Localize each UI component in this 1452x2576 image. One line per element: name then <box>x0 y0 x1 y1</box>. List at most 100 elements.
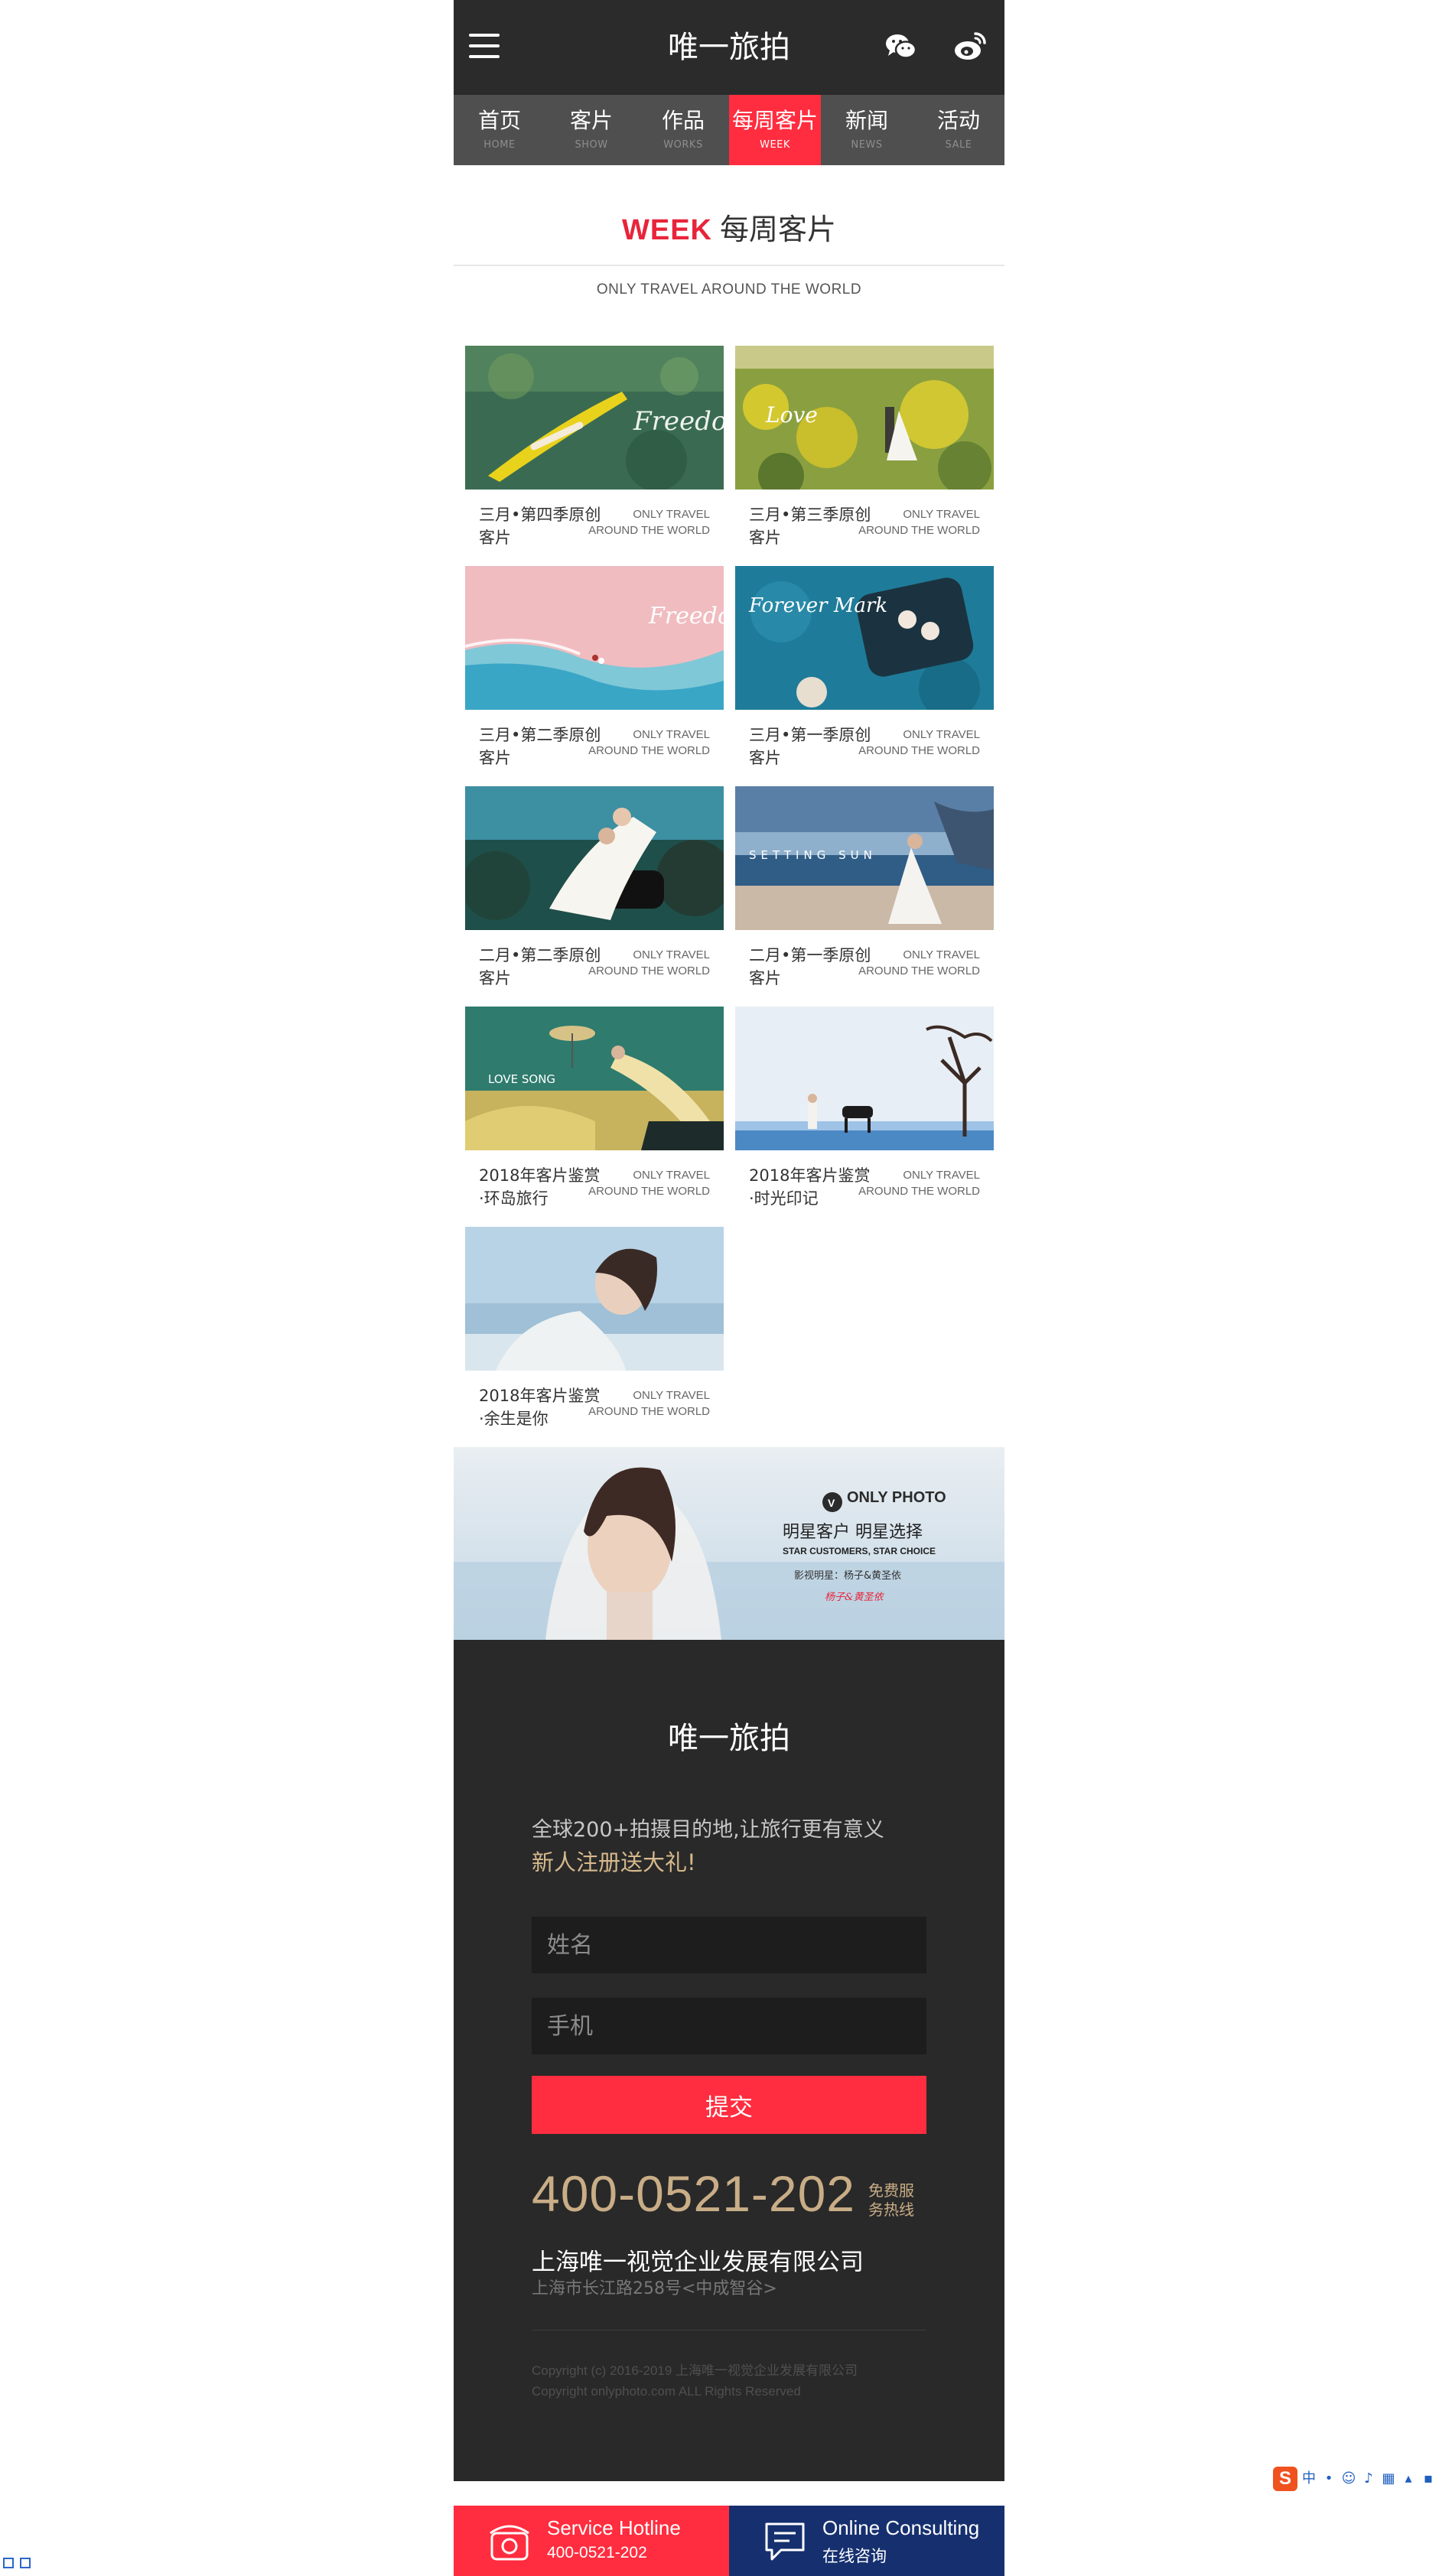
card-tagline-1: ONLY TRAVEL <box>633 508 710 521</box>
hotline-note: 免费服 务热线 <box>868 2181 929 2220</box>
mobile-page: 唯一旅拍 首页HOME 客片SHOW 作品WORKS 每周客片WEEK <box>454 0 1004 2576</box>
phone-input[interactable] <box>532 1998 926 2054</box>
promo-banner[interactable]: V ONLY PHOTO 明星客户 明星选择 STAR CUSTOMERS, S… <box>454 1447 1004 1640</box>
consult-label-cn: 在线咨询 <box>822 2548 887 2565</box>
photo-card[interactable]: SETTING SUN 二月•第一季原创客片 ONLY TRAVEL AROUND… <box>735 786 994 997</box>
nav-sublabel: WEEK <box>760 139 790 151</box>
company-name: 上海唯一视觉企业发展有限公司 <box>532 2249 864 2276</box>
site-title: 唯一旅拍 <box>668 30 790 65</box>
name-input[interactable] <box>532 1917 926 1973</box>
hotline-note-2: 务热线 <box>868 2200 914 2219</box>
copyright-line-1: Copyright (c) 2016-2019 上海唯一视觉企业发展有限公司 <box>532 2363 858 2378</box>
card-tagline: ONLY TRAVEL AROUND THE WORLD <box>850 1167 980 1199</box>
nav-label: 活动 <box>936 108 980 133</box>
nav-sublabel: SHOW <box>575 139 608 151</box>
nav-news[interactable]: 新闻 NEWS <box>821 95 913 165</box>
service-hotline-button[interactable]: Service Hotline 400-0521-202 <box>454 2506 729 2576</box>
photo-card[interactable]: 二月•第二季原创客片 ONLY TRAVEL AROUND THE WORLD <box>465 786 724 997</box>
card-tagline: ONLY TRAVEL AROUND THE WORLD <box>580 506 710 538</box>
emoji-icon[interactable]: ☺ <box>1340 2470 1357 2487</box>
photo-card[interactable]: 2018年客片鉴赏·余生是你 ONLY TRAVEL AROUND THE WOR… <box>465 1227 724 1438</box>
hotline-label: Service Hotline <box>547 2516 681 2539</box>
photo-card[interactable]: Forever Mark 三月•第一季原创客片 ONLY TRAVEL AROUN… <box>735 566 994 777</box>
nav-week[interactable]: 每周客片 WEEK <box>729 95 821 165</box>
card-tagline-2: AROUND THE WORLD <box>588 964 710 977</box>
banner-signature: 杨子&黄圣依 <box>825 1592 885 1603</box>
card-photo <box>735 1007 994 1150</box>
card-tagline-1: ONLY TRAVEL <box>633 1169 710 1182</box>
card-photo-text: SETTING SUN <box>749 848 877 862</box>
footer-slogan: 全球200+拍摄目的地,让旅行更有意义 <box>532 1818 884 1842</box>
card-photo: LOVE SONG <box>465 1007 724 1150</box>
nav-works[interactable]: 作品 WORKS <box>637 95 729 165</box>
nav-sale[interactable]: 活动 SALE <box>913 95 1004 165</box>
card-tagline: ONLY TRAVEL AROUND THE WORLD <box>580 947 710 979</box>
photo-card[interactable]: Freedom 三月•第二季原创客片 ONLY TRAVELAROUND THE… <box>465 566 724 777</box>
card-tagline-2: AROUND THE WORLD <box>858 1185 980 1198</box>
nav-show[interactable]: 客片 SHOW <box>545 95 637 165</box>
hotline-number-small: 400-0521-202 <box>547 2544 647 2561</box>
submit-button[interactable]: 提交 <box>532 2076 926 2134</box>
nav-label: 首页 <box>477 108 521 133</box>
ime-mode[interactable]: 中 <box>1301 2470 1317 2487</box>
photo-card[interactable]: LOVE SONG 2018年客片鉴赏·环岛旅行 ONLY TRAVEL AROU… <box>465 1007 724 1218</box>
card-photo <box>465 786 724 930</box>
nav-home[interactable]: 首页 HOME <box>454 95 545 165</box>
section-title-en: WEEK <box>621 214 712 246</box>
card-tagline-1: ONLY TRAVEL <box>633 1389 710 1402</box>
section-title-cn: 每周客片 <box>719 213 836 246</box>
card-tagline-2: AROUND THE WORLD <box>588 524 710 537</box>
card-tagline-2: AROUND THE WORLD <box>588 744 710 757</box>
card-photo <box>465 1227 724 1371</box>
card-photo: Freedom <box>465 566 724 710</box>
footer-gift: 新人注册送大礼! <box>532 1849 696 1875</box>
microphone-icon[interactable]: ♪ <box>1360 2470 1377 2487</box>
nav-label: 客片 <box>569 108 613 133</box>
weibo-icon[interactable] <box>952 29 988 64</box>
keyboard-icon[interactable]: ▦ <box>1380 2470 1397 2487</box>
footer: 唯一旅拍 全球200+拍摄目的地,让旅行更有意义 新人注册送大礼! 提交 400… <box>454 1640 1004 2481</box>
online-consulting-button[interactable]: Online Consulting 在线咨询 <box>729 2506 1004 2576</box>
banner-brand: ONLY PHOTO <box>847 1489 946 1506</box>
top-bar: 唯一旅拍 <box>454 0 1004 95</box>
copyright-line-2: Copyright onlyphoto.com ALL Rights Reser… <box>532 2384 801 2399</box>
card-tagline-2: AROUND THE WORLD <box>588 1185 710 1198</box>
banner-note: 影视明星：杨子&黄圣依 <box>794 1570 901 1582</box>
nav-sublabel: WORKS <box>663 139 703 151</box>
section-subtitle: ONLY TRAVEL AROUND THE WORLD <box>596 281 862 298</box>
card-tagline-1: ONLY TRAVEL <box>903 948 980 961</box>
card-tagline-1: ONLY TRAVEL <box>903 1169 980 1182</box>
consult-label: Online Consulting <box>822 2516 980 2539</box>
card-tagline-2: AROUND THE WORLD <box>858 524 980 537</box>
skin-icon[interactable]: ▴ <box>1400 2470 1417 2487</box>
card-tagline: ONLY TRAVEL AROUND THE WORLD <box>850 947 980 979</box>
card-photo-text: Freedom <box>633 406 724 437</box>
corner-icon-2[interactable] <box>20 2558 31 2568</box>
nav-sublabel: HOME <box>483 139 516 151</box>
card-photo-text: LOVE SONG <box>488 1072 555 1086</box>
wechat-icon[interactable] <box>884 29 919 64</box>
menu-icon[interactable] <box>469 31 501 64</box>
card-photo: Freedom <box>465 346 724 490</box>
card-tagline-2: AROUND THE WORLD <box>858 744 980 757</box>
hotline-note-1: 免费服 <box>868 2181 914 2200</box>
card-tagline: ONLY TRAVEL AROUND THE WORLD <box>580 727 710 759</box>
photo-card[interactable]: Freedom 三月•第四季原创客片 ONLY TRAVELAROUND THE… <box>465 346 724 557</box>
card-tagline: ONLY TRAVEL AROUND THE WORLD <box>580 1387 710 1420</box>
card-tagline: ONLY TRAVEL AROUND THE WORLD <box>580 1167 710 1199</box>
corner-icons <box>3 2558 31 2568</box>
ime-toolbar[interactable]: S 中 • ☺ ♪ ▦ ▴ ▪ <box>1273 2466 1437 2492</box>
card-tagline: ONLY TRAVEL AROUND THE WORLD <box>850 506 980 538</box>
banner-headline: 明星客户 明星选择 <box>783 1523 923 1542</box>
footer-title: 唯一旅拍 <box>668 1721 790 1756</box>
toolbox-icon[interactable]: ▪ <box>1420 2470 1437 2487</box>
copyright: Copyright (c) 2016-2019 上海唯一视觉企业发展有限公司 Co… <box>532 2360 858 2402</box>
punctuation-icon[interactable]: • <box>1320 2470 1337 2487</box>
corner-icon-1[interactable] <box>3 2558 14 2568</box>
photo-card[interactable]: 2018年客片鉴赏·时光印记 ONLY TRAVEL AROUND THE WOR… <box>735 1007 994 1218</box>
hotline-number[interactable]: 400-0521-202 <box>532 2165 855 2223</box>
photo-card[interactable]: Love 三月•第三季原创客片 ONLY TRAVEL AROUND THE WO… <box>735 346 994 557</box>
section-title: WEEK 每周客片 <box>454 208 1004 252</box>
nav-sublabel: NEWS <box>851 139 883 151</box>
card-photo-text: Love <box>765 402 818 428</box>
